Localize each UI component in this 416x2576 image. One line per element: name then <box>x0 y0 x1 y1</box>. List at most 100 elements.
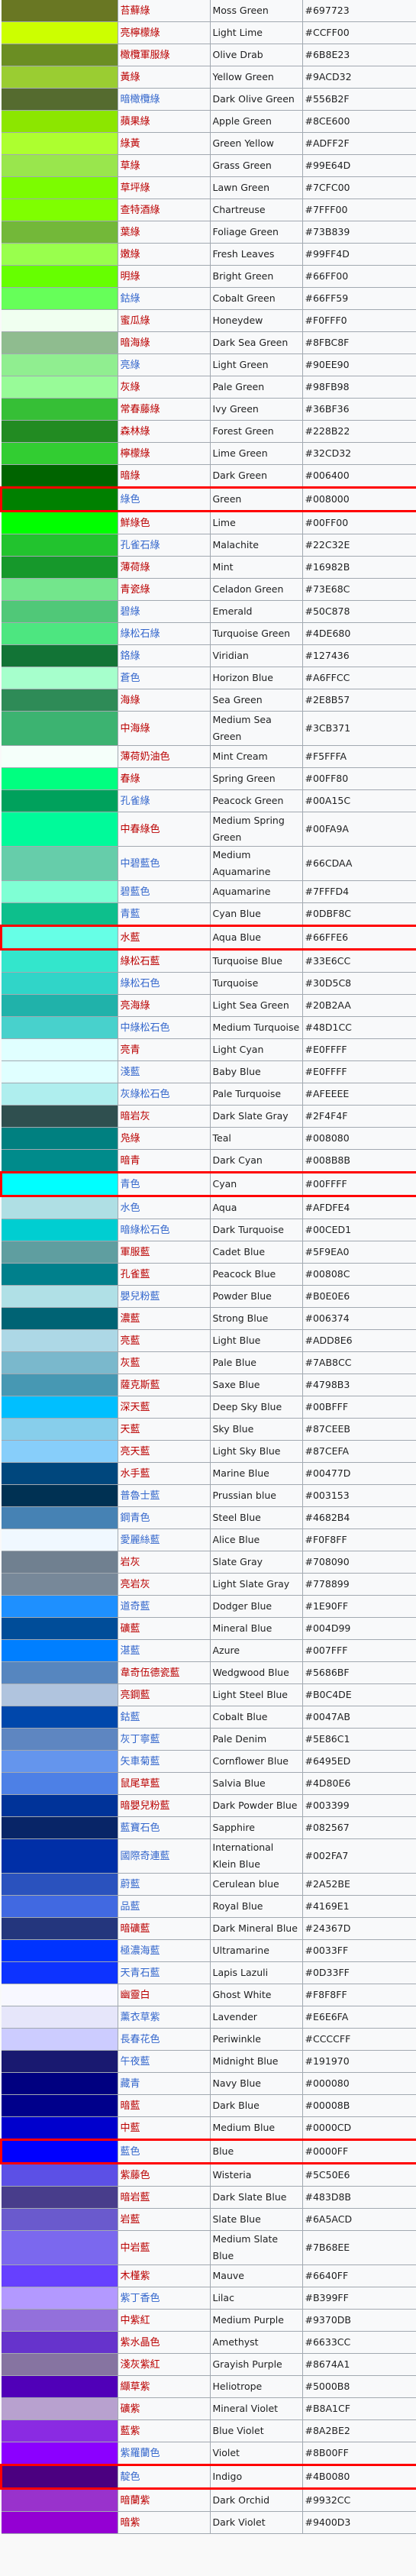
chinese-name-link[interactable]: 水色 <box>121 1202 140 1214</box>
chinese-name-link[interactable]: 黃綠 <box>121 72 140 83</box>
chinese-name-link[interactable]: 礦紫 <box>121 2403 140 2415</box>
chinese-name-link[interactable]: 暗礦藍 <box>121 1923 150 1935</box>
chinese-name-link[interactable]: 灰丁寧藍 <box>121 1734 160 1745</box>
chinese-name-link[interactable]: 亮檸檬綠 <box>121 27 160 39</box>
chinese-name-link[interactable]: 鼠尾草藍 <box>121 1778 160 1790</box>
chinese-name-link[interactable]: 綠色 <box>121 494 140 505</box>
chinese-name-link[interactable]: 蜜瓜綠 <box>121 315 150 327</box>
chinese-name-link[interactable]: 薄荷綠 <box>121 562 150 573</box>
chinese-name-link[interactable]: 暗岩灰 <box>121 1111 150 1122</box>
chinese-name-link[interactable]: 蒼色 <box>121 673 140 684</box>
chinese-name-link[interactable]: 薄荷奶油色 <box>121 751 170 763</box>
chinese-name-link[interactable]: 青色 <box>121 1179 140 1190</box>
chinese-name-link[interactable]: 藍紫 <box>121 2426 140 2437</box>
chinese-name-link[interactable]: 嫩綠 <box>121 249 140 260</box>
chinese-name-link[interactable]: 暗綠 <box>121 470 140 482</box>
chinese-name-link[interactable]: 品藍 <box>121 1901 140 1913</box>
chinese-name-link[interactable]: 普魯士藍 <box>121 1490 160 1502</box>
chinese-name-link[interactable]: 礦藍 <box>121 1623 140 1635</box>
chinese-name-link[interactable]: 鈷藍 <box>121 1712 140 1723</box>
chinese-name-link[interactable]: 鉻綠 <box>121 650 140 662</box>
chinese-name-link[interactable]: 孔雀綠 <box>121 796 150 807</box>
chinese-name-link[interactable]: 綠松石綠 <box>121 628 160 640</box>
chinese-name-link[interactable]: 午夜藍 <box>121 2056 150 2068</box>
chinese-name-link[interactable]: 亮綠 <box>121 360 140 371</box>
chinese-name-link[interactable]: 濃藍 <box>121 1313 140 1325</box>
chinese-name-link[interactable]: 中藍 <box>121 2122 140 2134</box>
chinese-name-link[interactable]: 森林綠 <box>121 426 150 437</box>
chinese-name-link[interactable]: 檸檬綠 <box>121 448 150 460</box>
chinese-name-link[interactable]: 暗紫 <box>121 2517 140 2529</box>
chinese-name-link[interactable]: 綠松石色 <box>121 978 160 989</box>
chinese-name-link[interactable]: 嬰兒粉藍 <box>121 1291 160 1303</box>
chinese-name-link[interactable]: 葉綠 <box>121 227 140 238</box>
chinese-name-link[interactable]: 蘋果綠 <box>121 116 150 128</box>
chinese-name-link[interactable]: 暗蘭紫 <box>121 2495 150 2507</box>
chinese-name-link[interactable]: 木槿紫 <box>121 2271 150 2282</box>
chinese-name-link[interactable]: 亮青 <box>121 1044 140 1056</box>
chinese-name-link[interactable]: 淺灰紫紅 <box>121 2359 160 2371</box>
chinese-name-link[interactable]: 中碧藍色 <box>121 858 160 870</box>
chinese-name-link[interactable]: 湛藍 <box>121 1645 140 1657</box>
chinese-name-link[interactable]: 亮藍 <box>121 1335 140 1347</box>
chinese-name-link[interactable]: 愛麗絲藍 <box>121 1535 160 1546</box>
chinese-name-link[interactable]: 中岩藍 <box>121 2242 150 2254</box>
chinese-name-link[interactable]: 紫藤色 <box>121 2170 150 2181</box>
chinese-name-link[interactable]: 軍服藍 <box>121 1247 150 1258</box>
chinese-name-link[interactable]: 綠松石藍 <box>121 956 160 967</box>
chinese-name-link[interactable]: 道奇藍 <box>121 1601 150 1612</box>
chinese-name-link[interactable]: 水手藍 <box>121 1468 150 1480</box>
chinese-name-link[interactable]: 國際奇連藍 <box>121 1851 170 1862</box>
chinese-name-link[interactable]: 海綠 <box>121 695 140 706</box>
chinese-name-link[interactable]: 亮岩灰 <box>121 1579 150 1590</box>
chinese-name-link[interactable]: 孔雀藍 <box>121 1269 150 1280</box>
chinese-name-link[interactable]: 天藍 <box>121 1424 140 1435</box>
chinese-name-link[interactable]: 紫羅蘭色 <box>121 2448 160 2459</box>
chinese-name-link[interactable]: 深天藍 <box>121 1402 150 1413</box>
chinese-name-link[interactable]: 孔雀石綠 <box>121 540 160 551</box>
chinese-name-link[interactable]: 岩藍 <box>121 2214 140 2226</box>
chinese-name-link[interactable]: 幽靈白 <box>121 1990 150 2001</box>
chinese-name-link[interactable]: 暗綠松石色 <box>121 1225 170 1236</box>
chinese-name-link[interactable]: 淺藍 <box>121 1067 140 1078</box>
chinese-name-link[interactable]: 暗岩藍 <box>121 2192 150 2203</box>
chinese-name-link[interactable]: 中海綠 <box>121 723 150 734</box>
chinese-name-link[interactable]: 暗青 <box>121 1155 140 1167</box>
chinese-name-link[interactable]: 暗海綠 <box>121 337 150 349</box>
chinese-name-link[interactable]: 薰衣草紫 <box>121 2012 160 2023</box>
chinese-name-link[interactable]: 暗藍 <box>121 2100 140 2112</box>
chinese-name-link[interactable]: 薩克斯藍 <box>121 1380 160 1391</box>
chinese-name-link[interactable]: 暗嬰兒粉藍 <box>121 1800 170 1812</box>
chinese-name-link[interactable]: 明綠 <box>121 271 140 282</box>
chinese-name-link[interactable]: 靛色 <box>121 2471 140 2483</box>
chinese-name-link[interactable]: 亮海綠 <box>121 1000 150 1012</box>
chinese-name-link[interactable]: 綠黃 <box>121 138 140 150</box>
chinese-name-link[interactable]: 長春花色 <box>121 2034 160 2045</box>
chinese-name-link[interactable]: 中紫紅 <box>121 2315 150 2326</box>
chinese-name-link[interactable]: 苔蘚綠 <box>121 5 150 17</box>
chinese-name-link[interactable]: 青瓷綠 <box>121 584 150 596</box>
chinese-name-link[interactable]: 纈草紫 <box>121 2381 150 2393</box>
chinese-name-link[interactable]: 查特酒綠 <box>121 205 160 216</box>
chinese-name-link[interactable]: 藍寶石色 <box>121 1822 160 1834</box>
chinese-name-link[interactable]: 紫丁香色 <box>121 2293 160 2304</box>
chinese-name-link[interactable]: 春綠 <box>121 773 140 785</box>
chinese-name-link[interactable]: 鋼青色 <box>121 1512 150 1524</box>
chinese-name-link[interactable]: 鮮綠色 <box>121 518 150 529</box>
chinese-name-link[interactable]: 暗橄欖綠 <box>121 94 160 105</box>
chinese-name-link[interactable]: 灰綠 <box>121 382 140 393</box>
chinese-name-link[interactable]: 灰綠松石色 <box>121 1089 170 1100</box>
chinese-name-link[interactable]: 草坪綠 <box>121 182 150 194</box>
chinese-name-link[interactable]: 青藍 <box>121 909 140 920</box>
chinese-name-link[interactable]: 藍色 <box>121 2146 140 2158</box>
chinese-name-link[interactable]: 蔚藍 <box>121 1879 140 1890</box>
chinese-name-link[interactable]: 鈷綠 <box>121 293 140 305</box>
chinese-name-link[interactable]: 草綠 <box>121 160 140 172</box>
chinese-name-link[interactable]: 亮鋼藍 <box>121 1690 150 1701</box>
chinese-name-link[interactable]: 矢車菊藍 <box>121 1756 160 1767</box>
chinese-name-link[interactable]: 中綠松石色 <box>121 1022 170 1034</box>
chinese-name-link[interactable]: 常春藤綠 <box>121 404 160 415</box>
chinese-name-link[interactable]: 藏青 <box>121 2078 140 2090</box>
chinese-name-link[interactable]: 灰藍 <box>121 1357 140 1369</box>
chinese-name-link[interactable]: 岩灰 <box>121 1557 140 1568</box>
